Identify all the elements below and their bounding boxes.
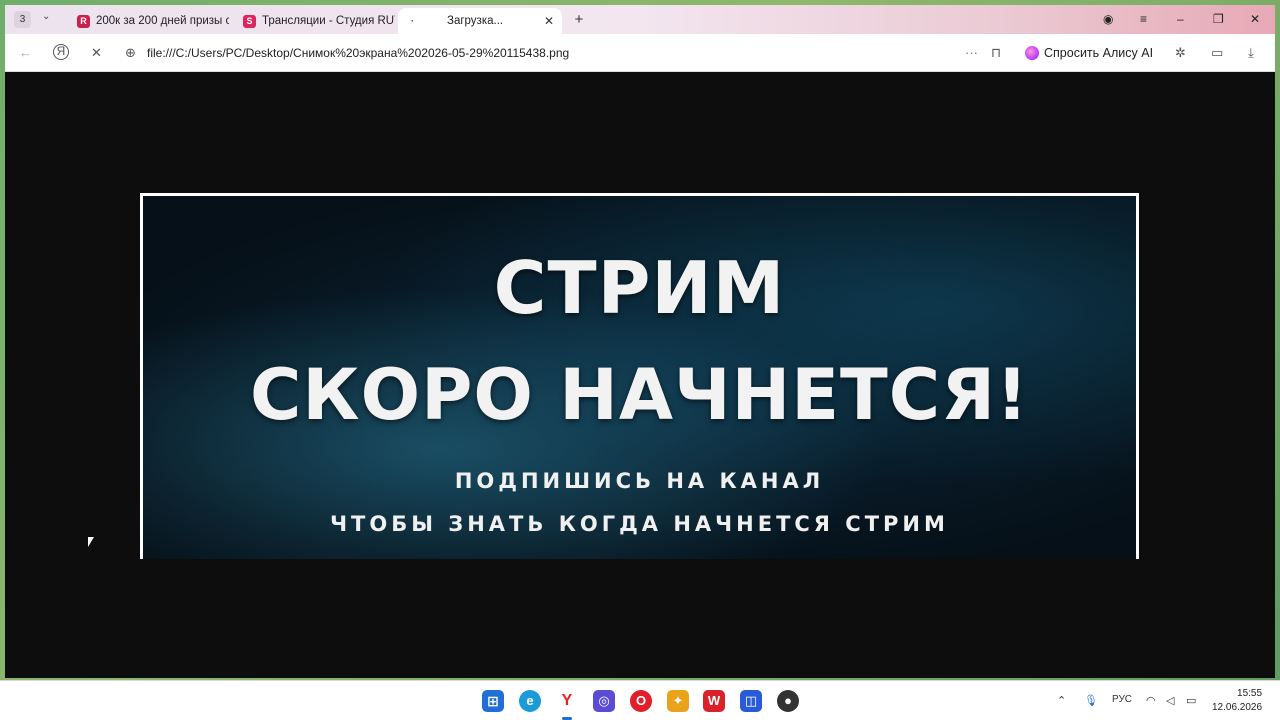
browser-window: 3 ⌄ R 200к за 200 дней призы с S Трансля… [5, 5, 1275, 678]
show-hidden-icons-icon[interactable]: ⌃ [1057, 694, 1066, 707]
windows-start-icon[interactable]: ⊞ [482, 690, 504, 712]
extension-icon[interactable]: ◉ [1103, 12, 1113, 26]
mouse-cursor-icon [88, 537, 94, 547]
stop-loading-icon[interactable]: ✕ [91, 45, 102, 61]
microphone-icon[interactable]: 🎙 [1084, 694, 1098, 707]
banner-title-line1: СТРИМ [493, 246, 786, 330]
tab-loading[interactable]: · Загрузка... ✕ [398, 8, 562, 34]
clock-time: 15:55 [1237, 688, 1263, 699]
more-icon[interactable]: ··· [965, 45, 978, 60]
app-icon[interactable]: ◫ [740, 690, 762, 712]
restore-button[interactable]: ❐ [1213, 12, 1224, 26]
rutube-icon: R [77, 14, 90, 28]
banner-subtitle-line1: ПОДПИШИСЬ НА КАНАЛ [454, 469, 825, 493]
collections-icon[interactable]: ▭ [1211, 45, 1223, 61]
stream-banner-image: СТРИМ СКОРО НАЧНЕТСЯ! ПОДПИШИСЬ НА КАНАЛ… [140, 193, 1139, 559]
close-window-button[interactable]: ✕ [1250, 12, 1260, 26]
download-icon[interactable]: ⤓ [1248, 45, 1254, 61]
language-indicator[interactable]: РУС [1112, 694, 1132, 705]
tab-translations[interactable]: S Трансляции - Студия RUT [235, 8, 395, 34]
address-bar: ← Я ✕ ⊕ file:///C:/Users/PC/Desktop/Сним… [5, 34, 1275, 72]
battery-icon[interactable]: ▭ [1186, 694, 1196, 707]
minimize-button[interactable]: – [1177, 12, 1184, 26]
new-tab-button[interactable]: + [571, 12, 587, 28]
loading-spinner-icon: · [411, 15, 414, 26]
wifi-icon[interactable]: ◠ [1146, 694, 1156, 707]
clock-date: 12.06.2026 [1212, 702, 1263, 713]
studio-icon: S [243, 14, 256, 28]
taskbar: ⊞ e Y ◎ O ✦ W ◫ ● ⌃ 🎙 РУС ◠ ◁ ▭ 15:55 12… [0, 680, 1280, 720]
yandex-browser-icon[interactable]: Y [556, 690, 578, 712]
banner-subtitle-line2: ЧТОБЫ ЗНАТЬ КОГДА НАЧНЕТСЯ СТРИМ [330, 512, 949, 536]
game-icon[interactable]: ✦ [667, 690, 689, 712]
menu-icon[interactable]: ≡ [1140, 12, 1147, 26]
page-viewport: СТРИМ СКОРО НАЧНЕТСЯ! ПОДПИШИСЬ НА КАНАЛ… [5, 72, 1275, 678]
bookmark-icon[interactable]: ⊓ [991, 45, 1001, 61]
wps-office-icon[interactable]: W [703, 690, 725, 712]
opera-icon[interactable]: O [630, 690, 652, 712]
tab-bar: 3 ⌄ R 200к за 200 дней призы с S Трансля… [5, 5, 1275, 34]
extensions-icon[interactable]: ✲ [1175, 45, 1186, 61]
tab-count-badge[interactable]: 3 [14, 11, 31, 28]
tab-label: 200к за 200 дней призы с [96, 15, 229, 27]
url-field[interactable]: file:///C:/Users/PC/Desktop/Снимок%20экр… [147, 46, 569, 60]
messenger-icon[interactable]: ◎ [593, 690, 615, 712]
tab-label: Трансляции - Студия RUT [262, 15, 395, 27]
volume-icon[interactable]: ◁ [1166, 694, 1174, 707]
alisa-icon [1025, 46, 1039, 60]
alisa-label: Спросить Алису AI [1044, 46, 1154, 60]
back-icon[interactable]: ← [19, 45, 32, 60]
yandex-logo-icon[interactable]: Я [53, 44, 69, 60]
close-tab-icon[interactable]: ✕ [544, 14, 554, 28]
tab-label: Загрузка... [447, 15, 504, 27]
ask-alisa-button[interactable]: Спросить Алису AI [1019, 41, 1159, 65]
banner-title-line2: СКОРО НАЧНЕТСЯ! [250, 354, 1029, 436]
system-clock[interactable]: 15:55 12.06.2026 [1212, 687, 1262, 715]
obs-icon[interactable]: ● [777, 690, 799, 712]
globe-icon: ⊕ [125, 45, 136, 60]
tab-200k[interactable]: R 200к за 200 дней призы с [69, 8, 229, 34]
chevron-down-icon[interactable]: ⌄ [42, 11, 50, 22]
edge-icon[interactable]: e [519, 690, 541, 712]
